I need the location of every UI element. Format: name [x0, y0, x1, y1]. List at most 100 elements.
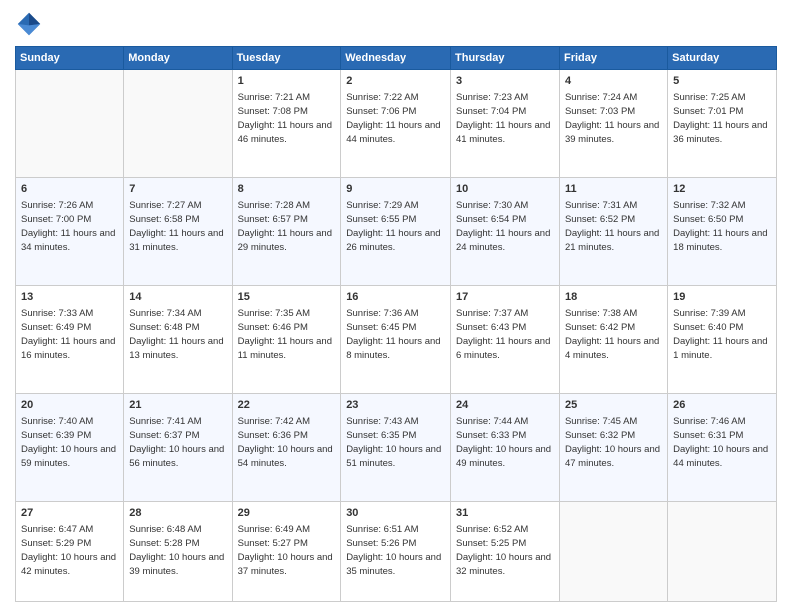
day-number: 6 [21, 182, 118, 197]
calendar-day-header: Wednesday [341, 47, 451, 70]
cell-daylight-info: Sunrise: 6:48 AM Sunset: 5:28 PM Dayligh… [129, 523, 226, 578]
calendar-week-row: 6Sunrise: 7:26 AM Sunset: 7:00 PM Daylig… [16, 178, 777, 286]
calendar-week-row: 13Sunrise: 7:33 AM Sunset: 6:49 PM Dayli… [16, 286, 777, 394]
day-number: 19 [673, 290, 771, 305]
calendar-cell: 11 Sunrise: 7:31 AM Sunset: 6:52 PM Dayli… [559, 178, 667, 286]
day-number: 15 [238, 290, 336, 305]
calendar-cell [124, 70, 232, 178]
calendar-cell: 26 Sunrise: 7:46 AM Sunset: 6:31 PM Dayli… [668, 394, 777, 502]
calendar-table: SundayMondayTuesdayWednesdayThursdayFrid… [15, 46, 777, 602]
cell-daylight-info: Sunrise: 7:24 AM Sunset: 7:03 PM Dayligh… [565, 91, 662, 146]
cell-daylight-info: Sunrise: 7:21 AM Sunset: 7:08 PM Dayligh… [238, 91, 336, 146]
day-number: 25 [565, 398, 662, 413]
calendar-cell: 21Sunrise: 7:41 AM Sunset: 6:37 PM Dayli… [124, 394, 232, 502]
calendar-cell: 5 Sunrise: 7:25 AM Sunset: 7:01 PM Daylig… [668, 70, 777, 178]
calendar-cell: 23Sunrise: 7:43 AM Sunset: 6:35 PM Dayli… [341, 394, 451, 502]
cell-daylight-info: Sunrise: 7:42 AM Sunset: 6:36 PM Dayligh… [238, 415, 336, 470]
calendar-cell: 13Sunrise: 7:33 AM Sunset: 6:49 PM Dayli… [16, 286, 124, 394]
calendar-cell [559, 502, 667, 602]
cell-daylight-info: Sunrise: 7:28 AM Sunset: 6:57 PM Dayligh… [238, 199, 336, 254]
cell-daylight-info: Sunrise: 7:23 AM Sunset: 7:04 PM Dayligh… [456, 91, 554, 146]
page: SundayMondayTuesdayWednesdayThursdayFrid… [0, 0, 792, 612]
day-number: 3 [456, 74, 554, 89]
day-number: 31 [456, 506, 554, 521]
day-number: 18 [565, 290, 662, 305]
calendar-cell: 20 Sunrise: 7:40 AM Sunset: 6:39 PM Dayli… [16, 394, 124, 502]
day-number: 28 [129, 506, 226, 521]
calendar-day-header: Monday [124, 47, 232, 70]
day-number: 16 [346, 290, 445, 305]
calendar-cell: 15 Sunrise: 7:35 AM Sunset: 6:46 PM Dayli… [232, 286, 341, 394]
logo [15, 10, 47, 38]
cell-daylight-info: Sunrise: 7:29 AM Sunset: 6:55 PM Dayligh… [346, 199, 445, 254]
calendar-header-row: SundayMondayTuesdayWednesdayThursdayFrid… [16, 47, 777, 70]
cell-daylight-info: Sunrise: 7:45 AM Sunset: 6:32 PM Dayligh… [565, 415, 662, 470]
cell-daylight-info: Sunrise: 7:36 AM Sunset: 6:45 PM Dayligh… [346, 307, 445, 362]
day-number: 23 [346, 398, 445, 413]
calendar-cell: 14 Sunrise: 7:34 AM Sunset: 6:48 PM Dayli… [124, 286, 232, 394]
calendar-day-header: Saturday [668, 47, 777, 70]
cell-daylight-info: Sunrise: 7:46 AM Sunset: 6:31 PM Dayligh… [673, 415, 771, 470]
day-number: 30 [346, 506, 445, 521]
calendar-cell [668, 502, 777, 602]
cell-daylight-info: Sunrise: 7:22 AM Sunset: 7:06 PM Dayligh… [346, 91, 445, 146]
cell-daylight-info: Sunrise: 7:31 AM Sunset: 6:52 PM Dayligh… [565, 199, 662, 254]
day-number: 11 [565, 182, 662, 197]
calendar-day-header: Friday [559, 47, 667, 70]
calendar-cell: 2 Sunrise: 7:22 AM Sunset: 7:06 PM Daylig… [341, 70, 451, 178]
cell-daylight-info: Sunrise: 7:30 AM Sunset: 6:54 PM Dayligh… [456, 199, 554, 254]
cell-daylight-info: Sunrise: 6:52 AM Sunset: 5:25 PM Dayligh… [456, 523, 554, 578]
cell-daylight-info: Sunrise: 7:34 AM Sunset: 6:48 PM Dayligh… [129, 307, 226, 362]
calendar-day-header: Tuesday [232, 47, 341, 70]
calendar-cell: 10 Sunrise: 7:30 AM Sunset: 6:54 PM Dayli… [451, 178, 560, 286]
day-number: 1 [238, 74, 336, 89]
calendar-cell [16, 70, 124, 178]
day-number: 20 [21, 398, 118, 413]
day-number: 7 [129, 182, 226, 197]
calendar-cell: 28 Sunrise: 6:48 AM Sunset: 5:28 PM Dayli… [124, 502, 232, 602]
calendar-cell: 1 Sunrise: 7:21 AM Sunset: 7:08 PM Daylig… [232, 70, 341, 178]
calendar-week-row: 27Sunrise: 6:47 AM Sunset: 5:29 PM Dayli… [16, 502, 777, 602]
logo-icon [15, 10, 43, 38]
day-number: 27 [21, 506, 118, 521]
header [15, 10, 777, 38]
cell-daylight-info: Sunrise: 7:35 AM Sunset: 6:46 PM Dayligh… [238, 307, 336, 362]
day-number: 5 [673, 74, 771, 89]
calendar-cell: 17 Sunrise: 7:37 AM Sunset: 6:43 PM Dayli… [451, 286, 560, 394]
cell-daylight-info: Sunrise: 7:25 AM Sunset: 7:01 PM Dayligh… [673, 91, 771, 146]
day-number: 8 [238, 182, 336, 197]
calendar-week-row: 20 Sunrise: 7:40 AM Sunset: 6:39 PM Dayli… [16, 394, 777, 502]
calendar-cell: 22 Sunrise: 7:42 AM Sunset: 6:36 PM Dayli… [232, 394, 341, 502]
cell-daylight-info: Sunrise: 7:39 AM Sunset: 6:40 PM Dayligh… [673, 307, 771, 362]
day-number: 2 [346, 74, 445, 89]
day-number: 14 [129, 290, 226, 305]
calendar-cell: 16 Sunrise: 7:36 AM Sunset: 6:45 PM Dayli… [341, 286, 451, 394]
calendar-day-header: Sunday [16, 47, 124, 70]
calendar-cell: 30Sunrise: 6:51 AM Sunset: 5:26 PM Dayli… [341, 502, 451, 602]
calendar-cell: 31 Sunrise: 6:52 AM Sunset: 5:25 PM Dayli… [451, 502, 560, 602]
day-number: 12 [673, 182, 771, 197]
cell-daylight-info: Sunrise: 7:40 AM Sunset: 6:39 PM Dayligh… [21, 415, 118, 470]
day-number: 24 [456, 398, 554, 413]
day-number: 10 [456, 182, 554, 197]
day-number: 17 [456, 290, 554, 305]
day-number: 9 [346, 182, 445, 197]
calendar-cell: 18 Sunrise: 7:38 AM Sunset: 6:42 PM Dayli… [559, 286, 667, 394]
calendar-cell: 4Sunrise: 7:24 AM Sunset: 7:03 PM Daylig… [559, 70, 667, 178]
cell-daylight-info: Sunrise: 7:33 AM Sunset: 6:49 PM Dayligh… [21, 307, 118, 362]
calendar-day-header: Thursday [451, 47, 560, 70]
cell-daylight-info: Sunrise: 6:49 AM Sunset: 5:27 PM Dayligh… [238, 523, 336, 578]
cell-daylight-info: Sunrise: 7:38 AM Sunset: 6:42 PM Dayligh… [565, 307, 662, 362]
calendar-cell: 7 Sunrise: 7:27 AM Sunset: 6:58 PM Daylig… [124, 178, 232, 286]
calendar-cell: 24Sunrise: 7:44 AM Sunset: 6:33 PM Dayli… [451, 394, 560, 502]
calendar-cell: 29 Sunrise: 6:49 AM Sunset: 5:27 PM Dayli… [232, 502, 341, 602]
calendar-cell: 8 Sunrise: 7:28 AM Sunset: 6:57 PM Daylig… [232, 178, 341, 286]
calendar-cell: 6Sunrise: 7:26 AM Sunset: 7:00 PM Daylig… [16, 178, 124, 286]
calendar-cell: 12Sunrise: 7:32 AM Sunset: 6:50 PM Dayli… [668, 178, 777, 286]
cell-daylight-info: Sunrise: 7:37 AM Sunset: 6:43 PM Dayligh… [456, 307, 554, 362]
day-number: 26 [673, 398, 771, 413]
calendar-cell: 25 Sunrise: 7:45 AM Sunset: 6:32 PM Dayli… [559, 394, 667, 502]
day-number: 22 [238, 398, 336, 413]
day-number: 29 [238, 506, 336, 521]
cell-daylight-info: Sunrise: 7:27 AM Sunset: 6:58 PM Dayligh… [129, 199, 226, 254]
